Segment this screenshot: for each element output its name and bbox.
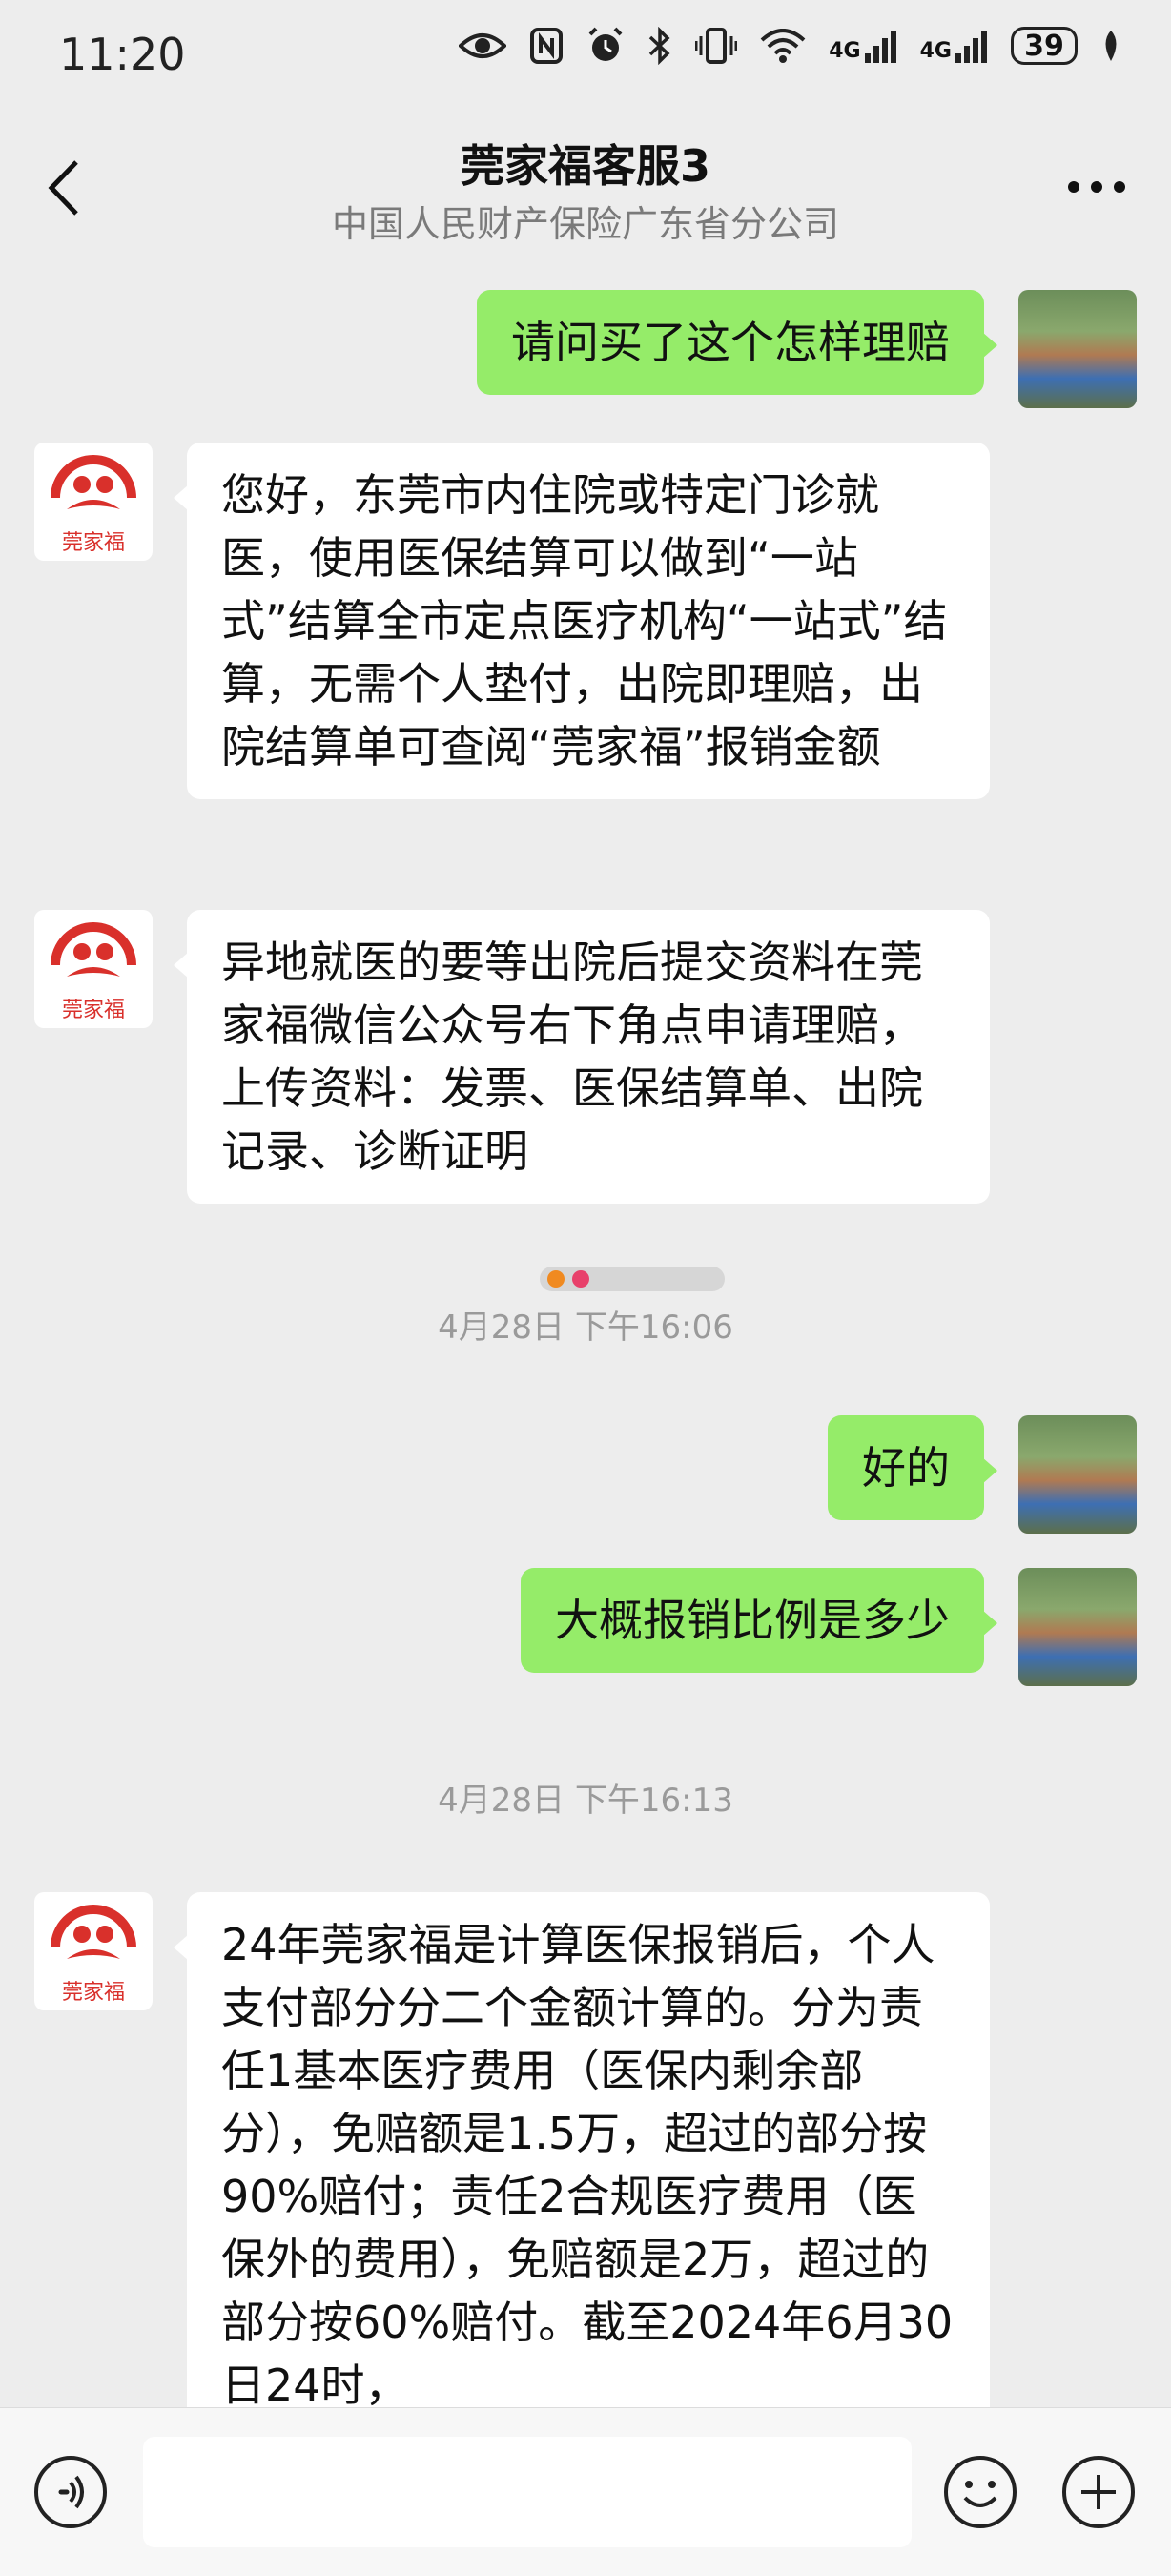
status-icons: 4G 4G 39: [459, 27, 1121, 65]
message-row: 莞家福 24年莞家福是计算医保报销后，个人支付部分分二个金额计算的。分为责任1基…: [0, 1862, 1171, 2407]
alarm-icon: [588, 27, 623, 61]
signal-icon-2: 4G: [920, 29, 988, 63]
status-bar: 11:20 4G 4G 39: [0, 0, 1171, 116]
brand-logo-icon: 莞家福: [51, 922, 136, 1022]
leaf-icon: [1105, 31, 1117, 61]
signal-icon: 4G: [829, 29, 896, 63]
message-row: 莞家福 您好，东莞市内住院或特定门诊就医，使用医保结算可以做到“一站式”结算全市…: [0, 412, 1171, 851]
watermark-badge: [540, 1267, 725, 1291]
message-bubble-received[interactable]: 异地就医的要等出院后提交资料在莞家福微信公众号右下角点申请理赔，上传资料：发票、…: [174, 910, 990, 1204]
wifi-icon: [760, 29, 806, 63]
message-bubble-received[interactable]: 您好，东莞市内住院或特定门诊就医，使用医保结算可以做到“一站式”结算全市定点医疗…: [174, 443, 990, 799]
status-time: 11:20: [59, 29, 186, 80]
bluetooth-icon: [649, 27, 670, 65]
more-options-button[interactable]: [1068, 181, 1125, 200]
message-input[interactable]: [143, 2437, 912, 2547]
message-row: 莞家福 异地就医的要等出院后提交资料在莞家福微信公众号右下角点申请理赔，上传资料…: [0, 879, 1171, 1204]
svg-text:莞家福: 莞家福: [62, 531, 125, 555]
message-bubble-received[interactable]: 24年莞家福是计算医保报销后，个人支付部分分二个金额计算的。分为责任1基本医疗费…: [174, 1892, 990, 2407]
brand-logo-icon: 莞家福: [51, 455, 136, 555]
add-more-icon[interactable]: [1060, 2454, 1137, 2530]
brand-avatar[interactable]: 莞家福: [34, 910, 153, 1028]
eye-icon: [459, 33, 507, 58]
message-bubble-sent[interactable]: 请问买了这个怎样理赔: [477, 290, 997, 395]
battery-icon: 39: [1011, 27, 1078, 65]
brand-avatar[interactable]: 莞家福: [34, 1892, 153, 2010]
network-type-label: 4G: [829, 39, 861, 63]
message-bubble-sent[interactable]: 好的: [828, 1415, 997, 1520]
chat-title: 莞家福客服3: [460, 140, 710, 192]
chat-message-list[interactable]: 请问买了这个怎样理赔 莞家福 您好，东莞市内住院或特定门诊就医，使用医保结算可以…: [0, 259, 1171, 2407]
user-avatar[interactable]: [1018, 1415, 1137, 1534]
message-timestamp: 4月28日 下午16:13: [438, 1782, 733, 1820]
vibrate-icon: [695, 28, 738, 64]
emoji-icon[interactable]: [942, 2454, 1018, 2530]
brand-logo-icon: 莞家福: [51, 1905, 136, 2005]
message-row: 好的: [0, 1385, 1171, 1537]
message-row: 大概报销比例是多少: [0, 1537, 1171, 1690]
message-row: 请问买了这个怎样理赔: [0, 259, 1171, 412]
user-avatar[interactable]: [1018, 290, 1137, 408]
voice-input-icon[interactable]: [32, 2454, 109, 2530]
chat-subtitle: 中国人民财产保险广东省分公司: [331, 203, 839, 245]
user-avatar[interactable]: [1018, 1568, 1137, 1686]
chat-header: 莞家福客服3 中国人民财产保险广东省分公司: [0, 116, 1171, 259]
brand-avatar[interactable]: 莞家福: [34, 443, 153, 561]
svg-text:莞家福: 莞家福: [62, 1981, 125, 2005]
svg-text:莞家福: 莞家福: [62, 999, 125, 1022]
message-timestamp: 4月28日 下午16:06: [438, 1309, 733, 1347]
nfc-icon: [530, 28, 564, 64]
message-bubble-sent[interactable]: 大概报销比例是多少: [521, 1568, 997, 1673]
input-bar: [0, 2407, 1171, 2576]
network-type-label-2: 4G: [919, 39, 952, 63]
